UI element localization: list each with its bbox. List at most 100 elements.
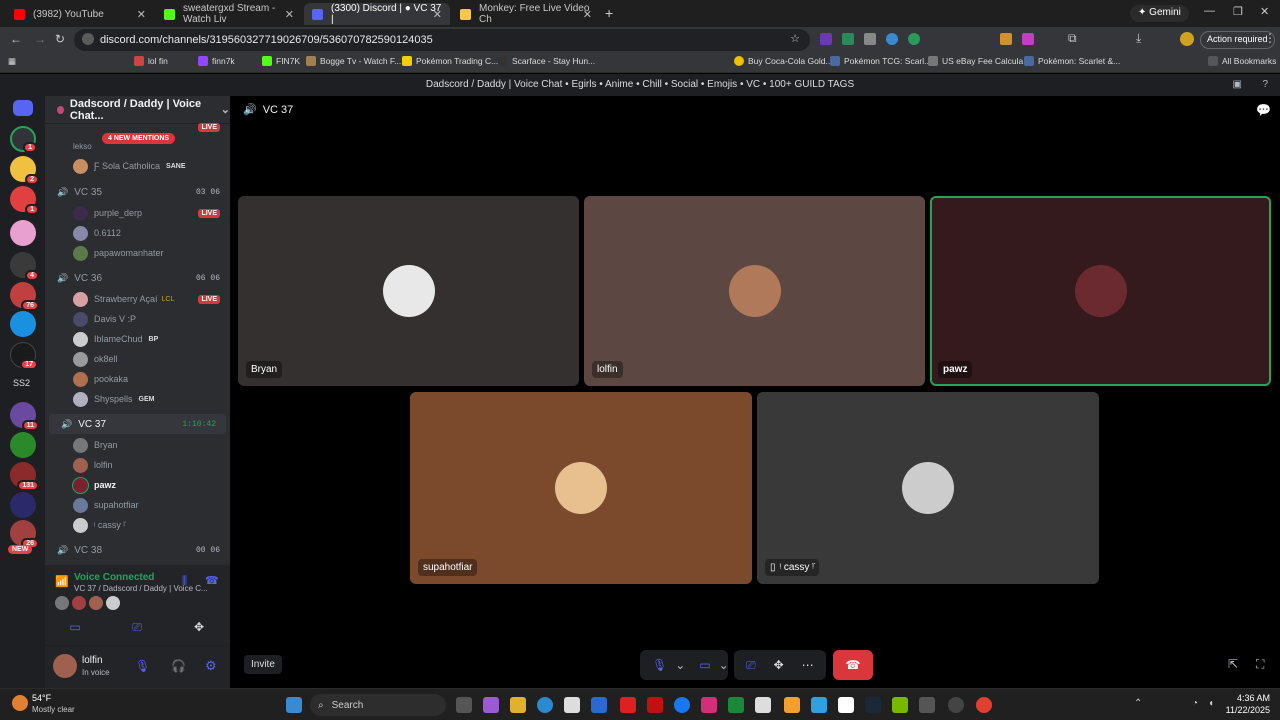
app-icon[interactable] (728, 697, 744, 713)
microphone-icon[interactable]: 🎙 (652, 658, 667, 672)
user-avatar[interactable] (53, 654, 77, 678)
server-header[interactable]: Dadscord / Daddy | Voice Chat... ⌄ (45, 96, 230, 124)
instagram-icon[interactable] (701, 697, 717, 713)
tiktok-icon[interactable] (838, 697, 854, 713)
voice-user[interactable]: ᵎ cassy ᵎ̈ (45, 515, 230, 535)
close-tab-icon[interactable]: ✕ (285, 8, 294, 21)
screen-share-icon[interactable]: ⎚ (746, 658, 756, 673)
voice-location[interactable]: VC 37 / Dadscord / Daddy | Voice C... (74, 584, 208, 593)
tab-kick[interactable]: sweatergxd Stream - Watch Liv ✕ (156, 3, 302, 25)
outlook-icon[interactable] (591, 697, 607, 713)
channel-vc36[interactable]: 🔊 VC 36 06 06 (45, 268, 230, 288)
voice-user[interactable]: lekso (45, 136, 230, 156)
avatar[interactable] (55, 596, 69, 610)
channel-vc35[interactable]: 🔊 VC 35 03 06 (45, 182, 230, 202)
apps-icon[interactable]: ▦ (8, 56, 16, 67)
tab-youtube[interactable]: (3982) YouTube ✕ (6, 3, 154, 25)
inbox-icon[interactable]: ▣ (1233, 74, 1242, 96)
extension-icon[interactable] (1022, 33, 1034, 45)
minimize-icon[interactable]: — (1204, 5, 1215, 17)
file-explorer-icon[interactable] (510, 697, 526, 713)
invite-button[interactable]: Invite (244, 655, 282, 674)
voice-user[interactable]: pawz (45, 475, 230, 495)
tab-discord[interactable]: (3300) Discord | ● VC 37 | ✕ (304, 3, 450, 25)
noise-suppression-icon[interactable]: ⫼ (182, 575, 187, 588)
server-icon[interactable]: 76 (10, 282, 39, 311)
copilot-icon[interactable] (483, 697, 499, 713)
voice-user[interactable]: Bryan (45, 435, 230, 455)
participant-tile-lolfin[interactable]: lolfin (584, 196, 925, 386)
popout-icon[interactable]: ⇱ (1228, 657, 1238, 671)
camera-icon[interactable]: ▭ (699, 658, 710, 672)
clock-date[interactable]: 11/22/2025 (1222, 705, 1270, 715)
server-icon[interactable] (10, 432, 36, 458)
bookmark-item[interactable]: lol fin (134, 56, 168, 66)
participant-tile-bryan[interactable]: Bryan (238, 196, 579, 386)
back-icon[interactable]: ← (10, 32, 22, 46)
camera-icon[interactable]: ▭ (45, 620, 105, 634)
voice-user[interactable]: Shyspells GEM (45, 389, 230, 409)
channel-vc38[interactable]: 🔊 VC 38 00 06 (45, 540, 230, 560)
participant-tile-supahotfiar[interactable]: supahotfiar (410, 392, 752, 584)
netflix-icon[interactable] (647, 697, 663, 713)
chat-icon[interactable]: 💬 (1256, 103, 1271, 117)
server-icon[interactable]: 17 (10, 342, 38, 370)
site-info-icon[interactable] (82, 33, 94, 45)
server-icon[interactable] (10, 492, 36, 518)
windows-start-icon[interactable] (286, 697, 302, 713)
amazon-icon[interactable] (784, 697, 800, 713)
profile-avatar[interactable] (1180, 32, 1194, 46)
reload-icon[interactable]: ↻ (55, 32, 65, 46)
taskbar-search[interactable]: ⌕ Search (310, 694, 446, 716)
star-icon[interactable]: ☆ (790, 32, 800, 45)
chevron-down-icon[interactable]: ⌄ (675, 658, 685, 672)
extension-icon[interactable] (1000, 33, 1012, 45)
forward-icon[interactable]: → (34, 32, 46, 46)
voice-user[interactable]: papawomanhater (45, 243, 230, 263)
bookmark-item[interactable]: Pokémon TCG: Scarl... (830, 56, 931, 66)
app-icon[interactable] (811, 697, 827, 713)
server-icon[interactable]: 131 (10, 462, 39, 491)
volume-icon[interactable]: ◖ (1208, 698, 1214, 709)
voice-user[interactable]: supahotfiar (45, 495, 230, 515)
close-tab-icon[interactable]: ✕ (583, 8, 592, 21)
chevron-up-icon[interactable]: ⌃ (1134, 698, 1142, 709)
chevron-down-icon[interactable]: ⌄ (719, 658, 729, 672)
discord-home-icon[interactable] (13, 100, 33, 116)
avatar[interactable] (106, 596, 120, 610)
restore-icon[interactable]: ❐ (1233, 5, 1243, 18)
close-window-icon[interactable]: ✕ (1260, 5, 1269, 18)
channel-vc37[interactable]: 🔊 VC 37 1:10:42 (49, 414, 226, 434)
gemini-button[interactable]: ✦ Gemini (1130, 5, 1189, 22)
store-icon[interactable] (564, 697, 580, 713)
voice-user[interactable]: ok8ell (45, 349, 230, 369)
bookmark-item[interactable]: FIN7K (262, 56, 300, 66)
steam-icon[interactable] (865, 697, 881, 713)
app-icon[interactable] (755, 697, 771, 713)
extension-icon[interactable] (842, 33, 854, 45)
close-tab-icon[interactable]: ✕ (433, 8, 442, 21)
server-icon[interactable] (10, 220, 36, 246)
chrome-icon[interactable] (976, 697, 992, 713)
headphones-icon[interactable]: 🎧 (171, 659, 186, 673)
extension-icon[interactable] (886, 33, 898, 45)
bookmark-item[interactable]: Bogge Tv - Watch F... (306, 56, 401, 66)
server-icon[interactable]: 2 (10, 156, 39, 185)
extension-icon[interactable] (908, 33, 920, 45)
extension-icon[interactable] (864, 33, 876, 45)
voice-user[interactable]: 0.6112 (45, 223, 230, 243)
new-badge[interactable]: NEW (8, 545, 33, 554)
server-icon[interactable]: 11 (10, 402, 39, 431)
bookmark-item[interactable]: Pokémon Trading C... (402, 56, 498, 66)
voice-user[interactable]: lolfin (45, 455, 230, 475)
avatar[interactable] (89, 596, 103, 610)
nvidia-icon[interactable] (892, 697, 908, 713)
bookmark-item[interactable]: Pokémon: Scarlet &... (1024, 56, 1120, 66)
bookmark-item[interactable]: finn7k (198, 56, 235, 66)
server-icon[interactable]: 26 (10, 520, 39, 549)
voice-user[interactable]: Davis V :P (45, 309, 230, 329)
voice-user[interactable]: IblameChud BP (45, 329, 230, 349)
participant-tile-cassy[interactable]: ▯ ᵎ cassy ᵎ̈ (757, 392, 1099, 584)
bookmark-item[interactable]: Buy Coca-Cola Gold... (734, 56, 833, 66)
new-tab-icon[interactable]: + (605, 5, 613, 21)
